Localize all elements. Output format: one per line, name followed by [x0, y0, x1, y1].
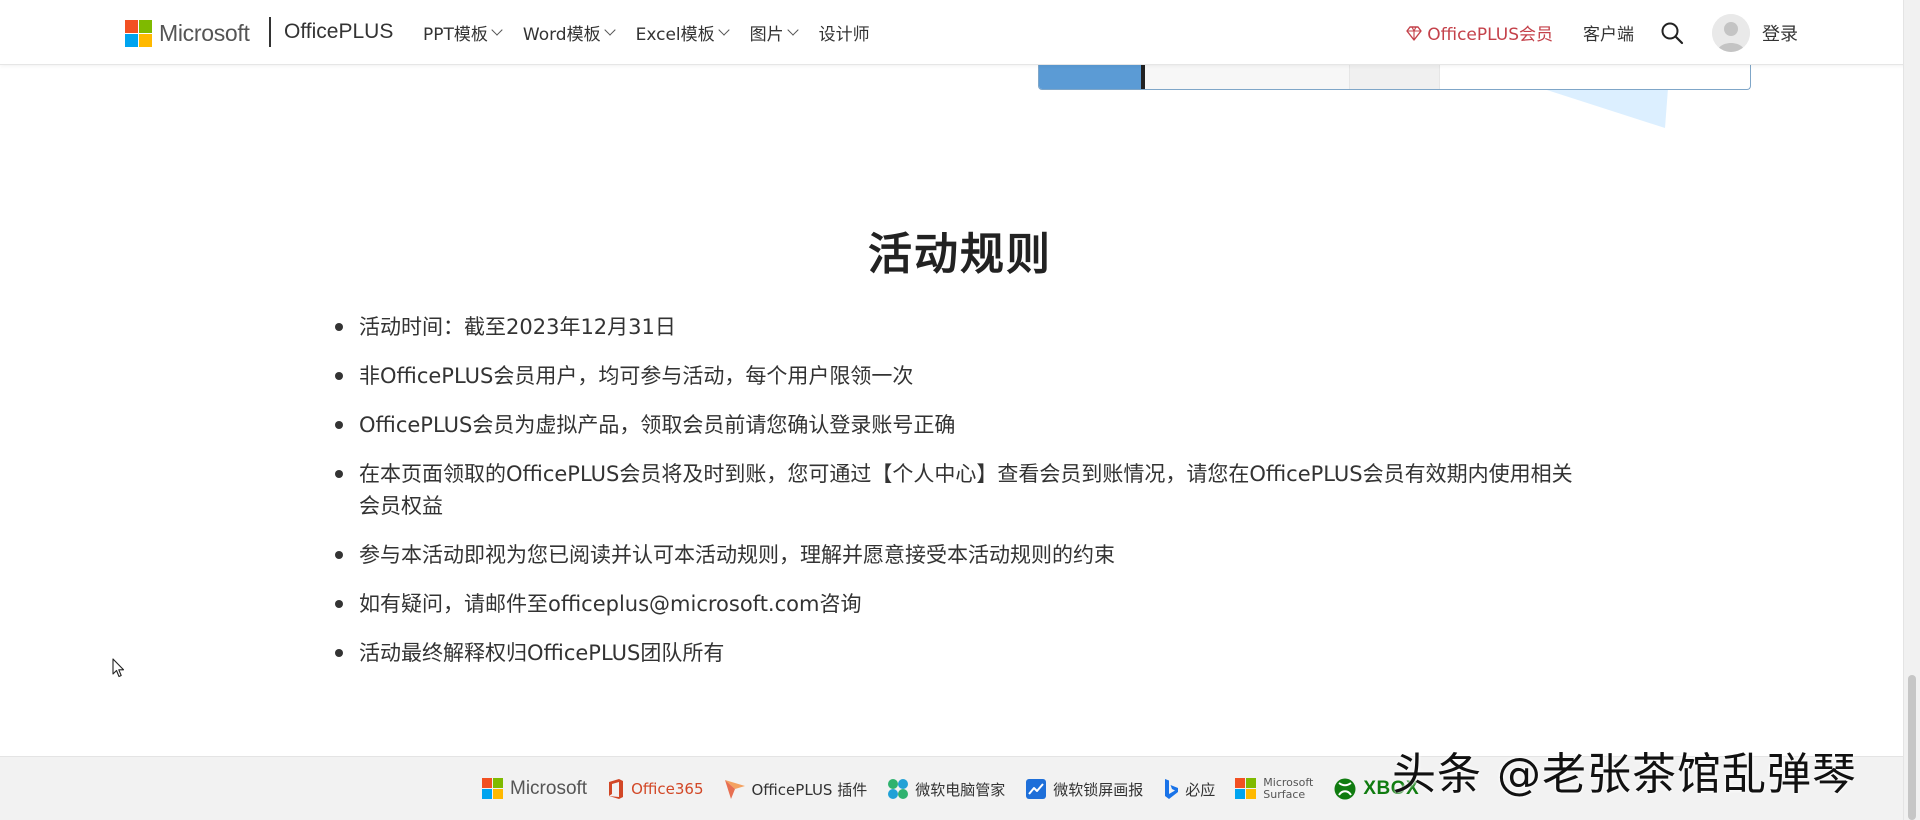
nav-designers[interactable]: 设计师 [819, 20, 870, 45]
chevron-down-icon [603, 24, 616, 36]
footer-link-label: Office365 [631, 780, 704, 798]
office-icon [609, 779, 624, 799]
footer-link-bing[interactable]: 必应 [1163, 778, 1215, 800]
microsoft-logo-icon [125, 20, 152, 47]
login-link[interactable]: 登录 [1762, 20, 1798, 46]
rules-title: 活动规则 [868, 229, 1052, 280]
site-name[interactable]: OfficePLUS [284, 20, 393, 44]
surface-label-line2: Surface [1263, 788, 1306, 801]
footer-link-label: 必应 [1185, 780, 1216, 799]
avatar[interactable] [1712, 13, 1750, 52]
footer-link-label: 微软电脑管家 [915, 780, 1006, 799]
member-link[interactable]: OfficePLUS会员 [1406, 20, 1553, 45]
nav-images[interactable]: 图片 [749, 20, 799, 45]
footer-link-label: Microsoft [510, 778, 588, 799]
surface-logo-icon [1235, 778, 1257, 799]
footer-link-surface[interactable]: Microsoft Surface [1235, 777, 1313, 801]
nav-label: PPT模板 [423, 25, 488, 45]
pc-manager-icon [888, 779, 909, 799]
footer-links: Microsoft Office365 OfficePLUS 插件 微软电脑管家… [482, 757, 1439, 820]
nav-excel-templates[interactable]: Excel模板 [635, 20, 730, 45]
surface-label: Microsoft Surface [1263, 777, 1313, 801]
member-label: OfficePLUS会员 [1427, 25, 1553, 45]
xbox-icon [1334, 778, 1356, 800]
logo-divider [269, 17, 271, 47]
nav-word-templates[interactable]: Word模板 [522, 20, 616, 45]
main-nav: PPT模板 Word模板 Excel模板 图片 设计师 [423, 0, 892, 65]
watermark: 头条 @老张茶馆乱弹琴 [1392, 749, 1857, 800]
footer-link-label: 微软锁屏画报 [1053, 780, 1144, 799]
rule-item: 在本页面领取的OfficePLUS会员将及时到账，您可通过【个人中心】查看会员到… [335, 458, 1575, 522]
chevron-down-icon [786, 24, 799, 36]
user-nav: OfficePLUS会员 客户端 登录 [1406, 0, 1798, 65]
footer-link-office365[interactable]: Office365 [607, 778, 704, 800]
nav-label: Excel模板 [635, 25, 715, 45]
rule-item: 参与本活动即视为您已阅读并认可本活动规则，理解并愿意接受本活动规则的约束 [335, 539, 1575, 571]
footer-link-microsoft[interactable]: Microsoft [482, 778, 587, 800]
bing-icon [1165, 779, 1179, 799]
nav-label: Word模板 [522, 25, 601, 45]
footer-link-label: OfficePLUS 插件 [751, 780, 868, 799]
microsoft-logo-icon [482, 778, 503, 799]
rules-list: 活动时间：截至2023年12月31日 非OfficePLUS会员用户，均可参与活… [335, 311, 1575, 686]
rule-item: 如有疑问，请邮件至officeplus@microsoft.com咨询 [335, 588, 1575, 620]
page-scrollbar[interactable] [1903, 0, 1920, 820]
rule-item: 活动最终解释权归OfficePLUS团队所有 [335, 637, 1575, 669]
user-icon [1712, 13, 1750, 52]
search-icon[interactable] [1660, 21, 1684, 45]
nav-label: 图片 [749, 25, 784, 45]
chevron-down-icon [717, 24, 730, 36]
chevron-down-icon [491, 24, 503, 36]
footer-link-lockscreen[interactable]: 微软锁屏画报 [1025, 778, 1143, 800]
page: Microsoft OfficePLUS PPT模板 Word模板 Excel模… [0, 0, 1920, 820]
officeplus-plugin-icon [724, 780, 745, 799]
diamond-icon [1406, 25, 1422, 41]
scrollbar-thumb[interactable] [1908, 675, 1916, 820]
microsoft-logo-text: Microsoft [159, 20, 250, 46]
nav-label: 设计师 [818, 25, 870, 45]
microsoft-logo[interactable]: Microsoft [125, 20, 250, 47]
mouse-cursor-icon [112, 658, 125, 678]
lockscreen-icon [1026, 779, 1047, 799]
footer-link-pc-manager[interactable]: 微软电脑管家 [887, 778, 1005, 800]
nav-ppt-templates[interactable]: PPT模板 [423, 20, 503, 45]
rule-item: 活动时间：截至2023年12月31日 [335, 311, 1575, 343]
rule-item: 非OfficePLUS会员用户，均可参与活动，每个用户限领一次 [335, 360, 1575, 392]
rule-item: OfficePLUS会员为虚拟产品，领取会员前请您确认登录账号正确 [335, 409, 1575, 441]
footer-link-officeplus-plugin[interactable]: OfficePLUS 插件 [724, 778, 868, 800]
site-header: Microsoft OfficePLUS PPT模板 Word模板 Excel模… [0, 0, 1920, 65]
client-download-link[interactable]: 客户端 [1583, 20, 1634, 45]
